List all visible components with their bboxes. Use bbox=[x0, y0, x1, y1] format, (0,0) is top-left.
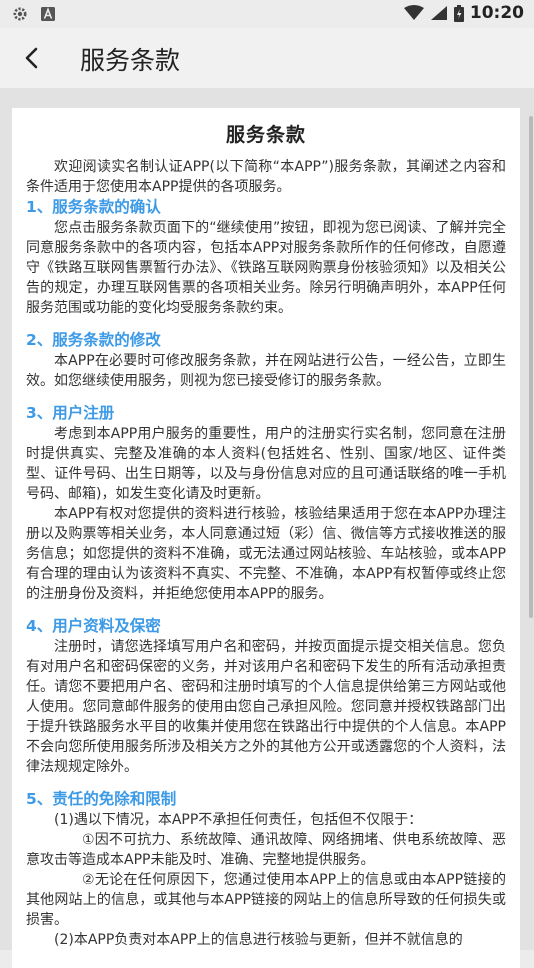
battery-icon bbox=[453, 4, 464, 22]
section-heading: 1、服务条款的确认 bbox=[26, 198, 161, 216]
section-paragraph: 考虑到本APP用户服务的重要性，用户的注册实行实名制，您同意在注册时提供真实、完… bbox=[26, 426, 506, 502]
app-bar: 服务条款 bbox=[0, 28, 534, 88]
signal-icon bbox=[430, 6, 447, 20]
content-area[interactable]: 服务条款 欢迎阅读实名制认证APP(以下简称“本APP”)服务条款，其阐述之内容… bbox=[0, 88, 534, 968]
document-title: 服务条款 bbox=[225, 124, 306, 146]
section-modification: 2、服务条款的修改 本APP在必要时可修改服务条款，并在网站进行公告，一经公告，… bbox=[26, 330, 506, 391]
section-paragraph: 您点击服务条款页面下的“继续使用”按钮，即视为您已阅读、了解并完全同意服务条款中… bbox=[26, 220, 506, 316]
intro-section: 欢迎阅读实名制认证APP(以下简称“本APP”)服务条款，其阐述之内容和条件适用… bbox=[26, 157, 506, 197]
intro-paragraph: 欢迎阅读实名制认证APP(以下简称“本APP”)服务条款，其阐述之内容和条件适用… bbox=[26, 159, 506, 195]
list-item: ①因不可抗力、系统故障、通讯故障、网络拥堵、供电系统故障、恶意攻击等造成本APP… bbox=[26, 832, 506, 868]
list-item: (1)遇以下情况，本APP不承担任何责任，包括但不仅限于： bbox=[54, 812, 423, 828]
status-bar: 10:20 bbox=[0, 0, 534, 28]
wifi-icon bbox=[403, 5, 424, 20]
section-paragraph: 注册时，请您选择填写用户名和密码，并按页面提示提交相关信息。您负有对用户名和密码… bbox=[26, 639, 506, 775]
page-title: 服务条款 bbox=[80, 46, 181, 75]
clock: 10:20 bbox=[469, 3, 524, 23]
a-square-icon bbox=[41, 7, 55, 21]
section-heading: 3、用户注册 bbox=[26, 404, 115, 422]
section-paragraph: 本APP有权对您提供的资料进行核验，核验结果适用于您在本APP办理注册以及购票等… bbox=[26, 506, 506, 602]
section-privacy: 4、用户资料及保密 注册时，请您选择填写用户名和密码，并按页面提示提交相关信息。… bbox=[26, 616, 506, 777]
terms-document: 服务条款 欢迎阅读实名制认证APP(以下简称“本APP”)服务条款，其阐述之内容… bbox=[12, 108, 520, 968]
list-item: ②无论在任何原因下，您通过使用本APP上的信息或由本APP链接的其他网站上的信息… bbox=[26, 872, 506, 928]
scrollbar[interactable] bbox=[529, 116, 533, 618]
section-heading: 5、责任的免除和限制 bbox=[26, 790, 177, 808]
settings-gear-icon bbox=[13, 7, 27, 21]
section-heading: 2、服务条款的修改 bbox=[26, 331, 161, 349]
section-heading: 4、用户资料及保密 bbox=[26, 617, 161, 635]
status-right: 10:20 bbox=[403, 3, 524, 23]
section-confirmation: 1、服务条款的确认 您点击服务条款页面下的“继续使用”按钮，即视为您已阅读、了解… bbox=[26, 197, 506, 318]
section-paragraph: 本APP在必要时可修改服务条款，并在网站进行公告，一经公告，立即生效。如您继续使… bbox=[26, 353, 506, 389]
status-left-icons bbox=[12, 6, 56, 22]
section-liability: 5、责任的免除和限制 (1)遇以下情况，本APP不承担任何责任，包括但不仅限于：… bbox=[26, 789, 506, 950]
section-registration: 3、用户注册 考虑到本APP用户服务的重要性，用户的注册实行实名制，您同意在注册… bbox=[26, 403, 506, 604]
back-arrow-icon[interactable] bbox=[18, 44, 46, 72]
list-item: (2)本APP负责对本APP上的信息进行核验与更新，但并不就信息的 bbox=[54, 932, 463, 948]
